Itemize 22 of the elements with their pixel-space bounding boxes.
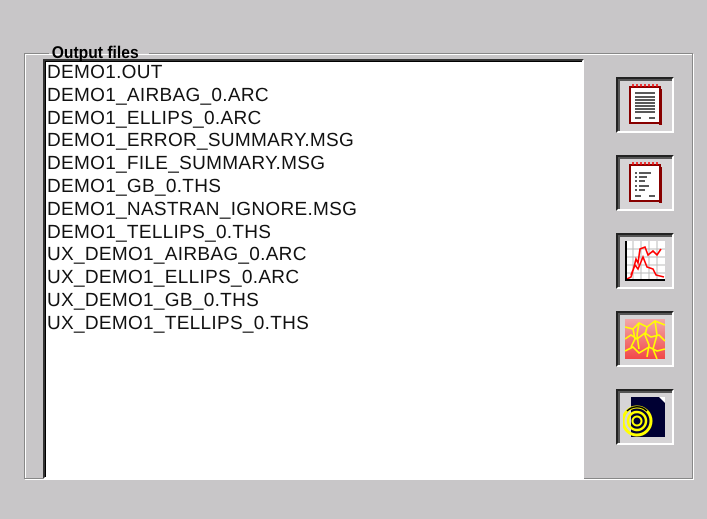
file-item[interactable]: DEMO1_FILE_SUMMARY.MSG — [47, 153, 326, 176]
file-item[interactable]: DEMO1_ELLIPS_0.ARC — [47, 108, 262, 130]
file-list[interactable] — [43, 59, 584, 479]
file-item[interactable]: UX_DEMO1_AIRBAG_0.ARC — [47, 244, 307, 268]
file-item[interactable]: DEMO1_ERROR_SUMMARY.MSG — [47, 130, 354, 154]
file-item[interactable]: UX_DEMO1_TELLIPS_0.THS — [47, 312, 310, 336]
document-button[interactable] — [616, 155, 674, 211]
contour-button[interactable] — [616, 311, 674, 367]
file-item[interactable]: DEMO1.OUT — [47, 62, 163, 85]
file-item[interactable]: UX_DEMO1_GB_0.THS — [47, 290, 260, 313]
graph-button[interactable] — [616, 233, 674, 289]
file-item[interactable]: DEMO1_AIRBAG_0.ARC — [47, 84, 269, 108]
line-graph-icon — [623, 239, 667, 283]
document-button[interactable] — [616, 77, 674, 133]
file-item[interactable]: DEMO1_NASTRAN_IGNORE.MSG — [47, 198, 358, 222]
rings-icon — [623, 395, 667, 439]
file-item[interactable]: UX_DEMO1_ELLIPS_0.ARC — [47, 267, 300, 290]
rings-button[interactable] — [616, 389, 674, 445]
file-item[interactable]: DEMO1_TELLIPS_0.THS — [47, 222, 272, 244]
contour-map-icon — [623, 317, 667, 361]
group-title: Output files — [50, 43, 140, 63]
file-item[interactable]: DEMO1_GB_0.THS — [47, 176, 222, 199]
